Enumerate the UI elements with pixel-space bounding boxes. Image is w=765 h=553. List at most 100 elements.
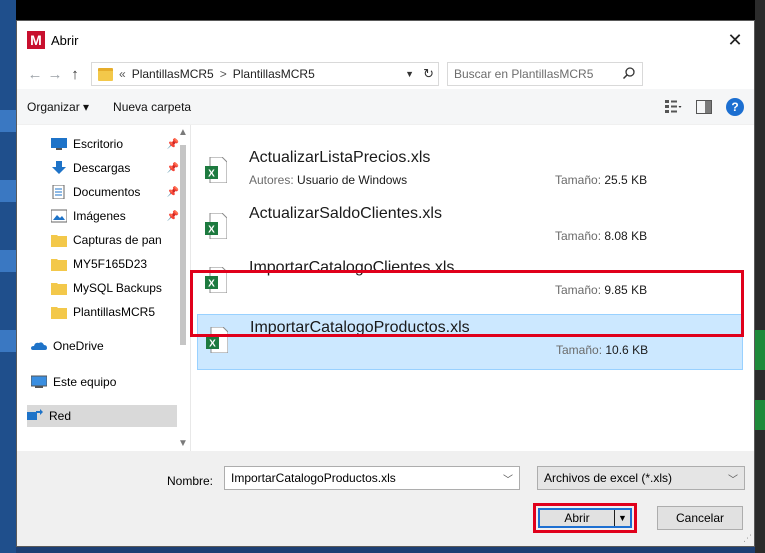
file-size: Tamaño: 8.08 KB <box>555 229 648 243</box>
navigation-pane: Escritorio 📌 Descargas 📌 Documentos 📌 Im… <box>17 125 191 451</box>
open-dropdown-icon[interactable]: ▼ <box>614 510 630 526</box>
new-folder-button[interactable]: Nueva carpeta <box>113 100 191 114</box>
organize-menu-button[interactable]: Organizar ▾ <box>27 100 89 114</box>
excel-file-icon: X <box>205 267 227 293</box>
file-name-label: Nombre: <box>167 474 214 488</box>
sidebar-item-label: MySQL Backups <box>73 281 162 295</box>
file-type-select[interactable]: Archivos de excel (*.xls) ﹀ <box>537 466 745 490</box>
scroll-down-icon[interactable]: ▼ <box>178 438 188 449</box>
file-name: ImportarCatalogoProductos.xls <box>250 319 470 336</box>
sidebar-scrollbar[interactable]: ▲ ▼ <box>176 125 190 451</box>
documents-icon <box>52 185 65 199</box>
file-item[interactable]: X ActualizarListaPrecios.xls Autores: Us… <box>197 145 743 201</box>
sidebar-item-label: Red <box>49 409 72 423</box>
file-item[interactable]: X ImportarCatalogoClientes.xls Tamaño: 9… <box>197 255 743 311</box>
sidebar-item-imagenes[interactable]: Imágenes 📌 <box>51 205 181 227</box>
sidebar-item-plantillasmcr5[interactable]: PlantillasMCR5 <box>51 301 181 323</box>
forward-arrow-icon[interactable]: → <box>45 66 65 83</box>
network-icon <box>27 409 43 420</box>
sidebar-item-escritorio[interactable]: Escritorio 📌 <box>51 133 181 155</box>
chevron-down-icon[interactable]: ▼ <box>405 69 414 79</box>
sidebar-item-label: Imágenes <box>73 209 126 223</box>
excel-file-icon: X <box>206 327 228 353</box>
cancel-button[interactable]: Cancelar <box>657 506 743 530</box>
folder-icon <box>51 283 67 295</box>
search-placeholder: Buscar en PlantillasMCR5 <box>454 67 594 81</box>
svg-text:X: X <box>209 339 216 350</box>
dialog-footer: Nombre: ImportarCatalogoProductos.xls ﹀ … <box>17 451 754 546</box>
sidebar-item-documentos[interactable]: Documentos 📌 <box>51 181 181 203</box>
cloud-icon <box>31 342 47 350</box>
sidebar-item-label: Este equipo <box>53 375 117 389</box>
address-bar[interactable]: « PlantillasMCR5 > PlantillasMCR5 ▼ ↻ <box>91 62 439 86</box>
sidebar-item-descargas[interactable]: Descargas 📌 <box>51 157 181 179</box>
close-button[interactable]: ✕ <box>722 27 748 53</box>
file-name: ActualizarListaPrecios.xls <box>249 149 431 166</box>
folder-icon <box>51 307 67 319</box>
desktop-icon <box>51 138 67 150</box>
background-window-right <box>755 0 765 553</box>
file-name-input[interactable]: ImportarCatalogoProductos.xls ﹀ <box>224 466 520 490</box>
background-stripe <box>0 180 16 202</box>
folder-icon <box>98 67 113 81</box>
sidebar-item-este-equipo[interactable]: Este equipo <box>31 371 161 393</box>
resize-grip-icon[interactable]: ⋰ <box>743 533 752 544</box>
address-row: ← → ↑ « PlantillasMCR5 > PlantillasMCR5 … <box>17 59 754 89</box>
sidebar-item-label: PlantillasMCR5 <box>73 305 156 319</box>
svg-text:X: X <box>208 169 215 180</box>
preview-pane-icon[interactable] <box>696 100 712 114</box>
sidebar-item-onedrive[interactable]: OneDrive <box>31 335 161 357</box>
folder-icon <box>51 259 67 271</box>
refresh-icon[interactable]: ↻ <box>423 66 434 82</box>
computer-icon <box>31 375 47 388</box>
search-input[interactable]: Buscar en PlantillasMCR5 <box>447 62 643 86</box>
dialog-title: Abrir <box>51 32 79 48</box>
sidebar-item-label: Capturas de pan <box>73 233 162 247</box>
open-file-dialog: M Abrir ✕ ← → ↑ « PlantillasMCR5 > Plant… <box>16 20 755 547</box>
file-type-value: Archivos de excel (*.xls) <box>544 471 673 485</box>
search-icon[interactable] <box>622 66 636 80</box>
app-logo-icon: M <box>27 31 45 49</box>
file-name: ImportarCatalogoClientes.xls <box>249 259 455 276</box>
sidebar-item-label: MY5F165D23 <box>73 257 148 271</box>
breadcrumb-item[interactable]: PlantillasMCR5 <box>132 67 214 81</box>
svg-text:X: X <box>208 225 215 236</box>
svg-text:X: X <box>208 279 215 290</box>
scroll-up-icon[interactable]: ▲ <box>178 127 188 138</box>
file-item[interactable]: X ActualizarSaldoClientes.xls Tamaño: 8.… <box>197 201 743 257</box>
open-button-highlight: Abrir ▼ <box>533 503 637 533</box>
up-arrow-icon[interactable]: ↑ <box>65 66 85 83</box>
background-window-left <box>0 0 16 553</box>
main-content: Escritorio 📌 Descargas 📌 Documentos 📌 Im… <box>17 125 754 451</box>
pictures-icon <box>51 209 67 223</box>
background-stripe <box>0 330 16 352</box>
open-button[interactable]: Abrir ▼ <box>538 508 632 528</box>
sidebar-item-mysql-backups[interactable]: MySQL Backups <box>51 277 181 299</box>
breadcrumb-item[interactable]: PlantillasMCR5 <box>233 67 315 81</box>
file-list: X ActualizarListaPrecios.xls Autores: Us… <box>191 125 754 451</box>
chevron-down-icon[interactable]: ﹀ <box>503 471 513 486</box>
breadcrumb-overflow[interactable]: « <box>119 67 126 81</box>
sidebar-item-label: Descargas <box>73 161 131 175</box>
background-taskbar <box>16 547 755 553</box>
title-bar: M Abrir ✕ <box>17 21 754 59</box>
scroll-thumb[interactable] <box>180 145 186 345</box>
sidebar-item-red[interactable]: Red <box>27 405 177 427</box>
command-toolbar: Organizar ▾ Nueva carpeta ? <box>17 89 754 125</box>
view-options-icon[interactable] <box>664 99 682 115</box>
chevron-down-icon[interactable]: ﹀ <box>728 471 738 486</box>
sidebar-item-label: OneDrive <box>53 339 104 353</box>
breadcrumb-separator[interactable]: > <box>220 67 227 81</box>
excel-file-icon: X <box>205 213 227 239</box>
file-item-selected[interactable]: X ImportarCatalogoProductos.xls Tamaño: … <box>197 314 743 370</box>
background-stripe <box>0 250 16 272</box>
file-size: Tamaño: 9.85 KB <box>555 283 648 297</box>
back-arrow-icon[interactable]: ← <box>25 66 45 83</box>
file-author: Autores: Usuario de Windows <box>249 173 408 187</box>
folder-icon <box>51 235 67 247</box>
sidebar-item-my5f165d23[interactable]: MY5F165D23 <box>51 253 181 275</box>
open-button-label: Abrir <box>564 511 590 525</box>
help-icon[interactable]: ? <box>726 98 744 116</box>
download-icon <box>52 161 66 174</box>
sidebar-item-capturas[interactable]: Capturas de pan <box>51 229 181 251</box>
